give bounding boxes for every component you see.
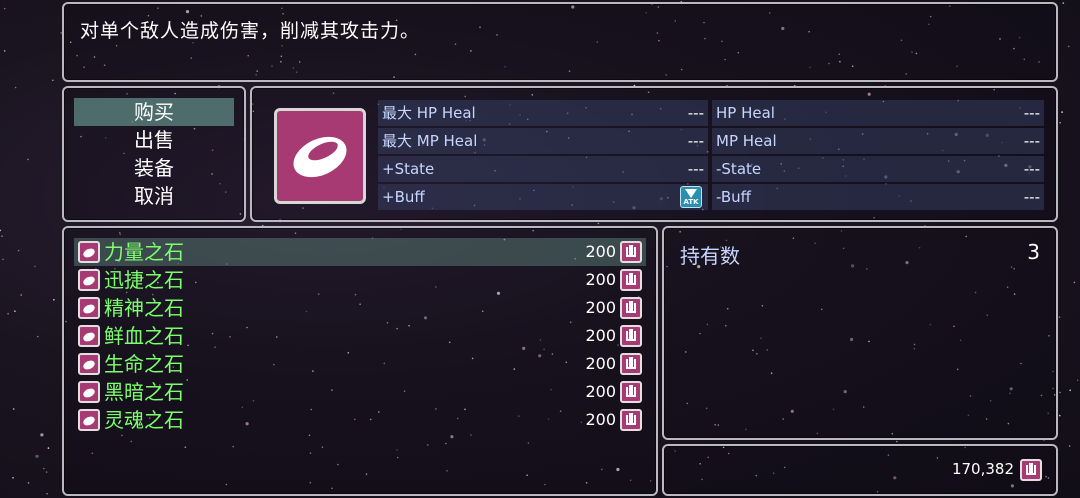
add-buff-label: +Buff <box>382 188 425 206</box>
stone-icon <box>293 136 347 178</box>
remove-buff-label: -Buff <box>716 188 752 206</box>
status-row-max-hp: 最大 HP Heal --- <box>378 100 708 126</box>
mp-heal-label: MP Heal <box>716 132 777 150</box>
sell-command[interactable]: 出售 <box>74 126 234 154</box>
possession-label: 持有数 <box>680 244 740 268</box>
mp-heal-value: --- <box>1023 132 1040 150</box>
item-name: 生命之石 <box>104 352 184 376</box>
help-window: 对单个敌人造成伤害，削减其攻击力。 <box>62 2 1058 82</box>
item-price: 200 <box>585 270 616 289</box>
item-price: 200 <box>585 326 616 345</box>
possession-window: 持有数 3 <box>662 226 1058 440</box>
list-item[interactable]: 力量之石 200 <box>74 238 646 266</box>
stone-icon <box>78 409 100 431</box>
max-mp-label: 最大 MP Heal <box>382 132 478 150</box>
item-price: 200 <box>585 298 616 317</box>
item-price: 200 <box>585 382 616 401</box>
possession-count: 3 <box>1027 240 1040 264</box>
gold-icon <box>620 269 642 291</box>
equip-command[interactable]: 装备 <box>74 154 234 182</box>
gold-icon <box>620 325 642 347</box>
remove-state-value: --- <box>1023 160 1040 178</box>
item-name: 灵魂之石 <box>104 408 184 432</box>
stone-icon <box>78 325 100 347</box>
hp-heal-label: HP Heal <box>716 104 775 122</box>
status-row-max-mp: 最大 MP Heal --- <box>378 128 708 154</box>
remove-buff-value: --- <box>1023 188 1040 206</box>
gold-icon <box>620 409 642 431</box>
list-item[interactable]: 鲜血之石 200 <box>74 322 646 350</box>
status-row-remove-buff: -Buff --- <box>712 184 1044 210</box>
item-large-icon <box>274 108 366 204</box>
gold-icon <box>1020 459 1042 481</box>
max-hp-label: 最大 HP Heal <box>382 104 476 122</box>
item-name: 迅捷之石 <box>104 268 184 292</box>
cancel-command[interactable]: 取消 <box>74 182 234 210</box>
command-window: 购买 出售 装备 取消 <box>62 86 246 222</box>
max-mp-value: --- <box>687 132 704 150</box>
buy-list-window: 力量之石 200 迅捷之石 200 精神之石 200 鲜血之石 200 生命之石… <box>62 226 658 496</box>
status-row-mp: MP Heal --- <box>712 128 1044 154</box>
remove-state-label: -State <box>716 160 762 178</box>
item-price: 200 <box>585 354 616 373</box>
gold-value: 170,382 <box>951 460 1014 478</box>
hp-heal-value: --- <box>1023 104 1040 122</box>
item-price: 200 <box>585 410 616 429</box>
item-name: 鲜血之石 <box>104 324 184 348</box>
gold-window: 170,382 <box>662 444 1058 496</box>
item-price: 200 <box>585 242 616 261</box>
list-item[interactable]: 生命之石 200 <box>74 350 646 378</box>
stone-icon <box>78 353 100 375</box>
status-row-hp: HP Heal --- <box>712 100 1044 126</box>
atk-up-icon: ATK <box>680 186 702 208</box>
stone-icon <box>78 297 100 319</box>
stone-icon <box>78 269 100 291</box>
item-name: 力量之石 <box>104 240 184 264</box>
add-state-value: --- <box>687 160 704 178</box>
status-row-remove-state: -State --- <box>712 156 1044 182</box>
list-item[interactable]: 灵魂之石 200 <box>74 406 646 434</box>
gold-icon <box>620 297 642 319</box>
status-row-add-buff: +Buff ATK <box>378 184 708 210</box>
help-text: 对单个敌人造成伤害，削减其攻击力。 <box>80 20 421 42</box>
list-item[interactable]: 黑暗之石 200 <box>74 378 646 406</box>
stone-icon <box>78 381 100 403</box>
gold-icon <box>620 241 642 263</box>
item-name: 黑暗之石 <box>104 380 184 404</box>
gold-icon <box>620 381 642 403</box>
status-row-add-state: +State --- <box>378 156 708 182</box>
max-hp-value: --- <box>687 104 704 122</box>
item-name: 精神之石 <box>104 296 184 320</box>
list-item[interactable]: 迅捷之石 200 <box>74 266 646 294</box>
buy-command[interactable]: 购买 <box>74 98 234 126</box>
list-item[interactable]: 精神之石 200 <box>74 294 646 322</box>
stone-icon <box>78 241 100 263</box>
add-state-label: +State <box>382 160 435 178</box>
status-window: 最大 HP Heal --- HP Heal --- 最大 MP Heal --… <box>250 86 1058 222</box>
gold-icon <box>620 353 642 375</box>
